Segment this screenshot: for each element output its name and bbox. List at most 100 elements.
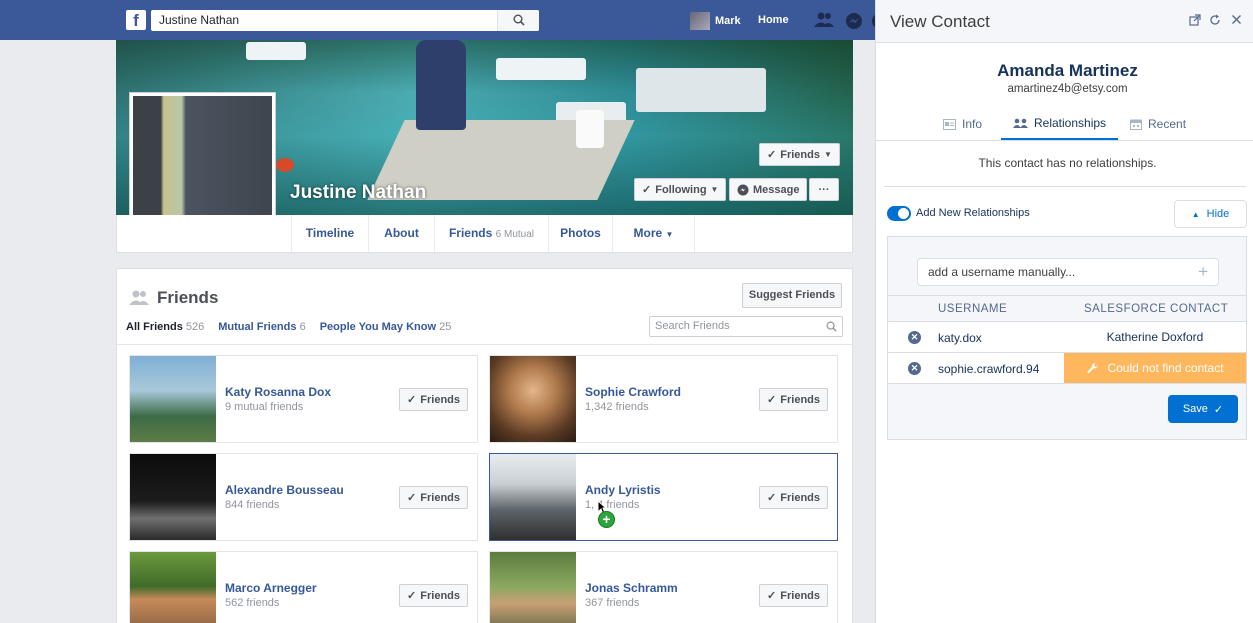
- profile-shortcut[interactable]: Mark: [690, 12, 741, 30]
- tab-timeline[interactable]: Timeline: [291, 215, 369, 252]
- remove-icon[interactable]: ✕: [908, 362, 921, 375]
- tab-about[interactable]: About: [369, 215, 435, 252]
- friend-name[interactable]: Alexandre Bousseau: [225, 483, 344, 497]
- friend-requests-icon[interactable]: [814, 12, 834, 28]
- hide-button[interactable]: ▲ Hide: [1174, 200, 1247, 228]
- friends-button[interactable]: ✓ Friends: [759, 584, 828, 607]
- friends-button-label: Friends: [420, 589, 460, 602]
- facebook-logo-icon[interactable]: f: [126, 10, 146, 30]
- add-icon[interactable]: +: [1198, 262, 1208, 282]
- friend-name[interactable]: Jonas Schramm: [585, 581, 678, 595]
- search-button[interactable]: [497, 10, 539, 31]
- no-relationships-message: This contact has no relationships.: [978, 156, 1157, 170]
- divider: [117, 344, 852, 345]
- user-name: Mark: [715, 15, 741, 27]
- refresh-icon[interactable]: [1209, 14, 1221, 26]
- friends-button[interactable]: ✓ Friends: [399, 486, 468, 509]
- friend-name[interactable]: Andy Lyristis: [585, 483, 661, 497]
- message-label: Message: [753, 183, 800, 196]
- tab-recent[interactable]: Recent: [1130, 108, 1186, 140]
- messenger-icon[interactable]: [845, 12, 863, 30]
- tab-people-you-may-know[interactable]: People You May Know 25: [320, 321, 452, 333]
- tab-recent-label: Recent: [1148, 117, 1187, 131]
- friends-status-label: Friends: [780, 148, 820, 161]
- friend-photo[interactable]: [490, 356, 576, 442]
- friend-card[interactable]: Andy Lyristis 1, 4 friends ✓ Friends: [489, 453, 838, 541]
- friend-photo[interactable]: [130, 454, 216, 540]
- friends-icon: [129, 290, 149, 305]
- table-row: ✕ katy.dox Katherine Doxford: [888, 322, 1246, 353]
- tab-relationships[interactable]: Relationships: [1001, 108, 1119, 140]
- friend-photo[interactable]: [130, 552, 216, 623]
- messenger-icon: [737, 184, 749, 195]
- tab-photos-label: Photos: [560, 226, 601, 240]
- suggest-friends-button[interactable]: Suggest Friends: [742, 283, 842, 308]
- friend-photo[interactable]: [130, 356, 216, 442]
- tab-all-friends[interactable]: All Friends 526: [126, 321, 204, 333]
- friends-button[interactable]: ✓ Friends: [759, 388, 828, 411]
- check-icon: ✓: [767, 492, 777, 504]
- search-friends-placeholder: Search Friends: [655, 320, 730, 332]
- tab-friends[interactable]: Friends 6 Mutual: [435, 215, 549, 252]
- check-icon: ✓: [407, 492, 417, 504]
- tab-info[interactable]: Info: [943, 108, 982, 140]
- friend-card[interactable]: Alexandre Bousseau 844 friends ✓ Friends: [129, 453, 478, 541]
- more-dots-icon: ···: [818, 183, 830, 196]
- friend-card[interactable]: Sophie Crawford 1,342 friends ✓ Friends: [489, 355, 838, 443]
- friends-button[interactable]: ✓ Friends: [399, 388, 468, 411]
- friend-count: 562 friends: [225, 597, 280, 609]
- friends-button-label: Friends: [420, 393, 460, 406]
- tab-mutual-friends[interactable]: Mutual Friends 6: [218, 321, 305, 333]
- friend-photo[interactable]: [490, 454, 576, 540]
- check-icon: ✓: [407, 394, 417, 406]
- panel-title: View Contact: [890, 12, 990, 31]
- close-icon[interactable]: [1231, 14, 1242, 25]
- friend-name[interactable]: Marco Arnegger: [225, 581, 317, 595]
- wrench-icon: [1087, 362, 1098, 373]
- view-contact-panel: View Contact Amanda Martinez amartinez4b…: [875, 0, 1253, 623]
- friend-name[interactable]: Sophie Crawford: [585, 385, 681, 399]
- open-external-icon[interactable]: [1189, 14, 1201, 26]
- message-button[interactable]: Message: [729, 178, 808, 201]
- row-contact[interactable]: Katherine Doxford: [1064, 322, 1246, 352]
- column-username: USERNAME: [938, 303, 1008, 315]
- home-link[interactable]: Home: [758, 14, 789, 26]
- row-contact-warning[interactable]: Could not find contact: [1064, 353, 1246, 383]
- check-icon: ✓: [767, 590, 777, 602]
- more-options-button[interactable]: ···: [809, 178, 839, 201]
- add-relationships-toggle[interactable]: [887, 206, 911, 221]
- tab-photos[interactable]: Photos: [549, 215, 613, 252]
- following-button[interactable]: ✓ Following ▼: [634, 178, 727, 201]
- friends-button[interactable]: ✓ Friends: [759, 486, 828, 509]
- friends-button[interactable]: ✓ Friends: [399, 584, 468, 607]
- username-input[interactable]: add a username manually... +: [917, 258, 1219, 286]
- facebook-search-input[interactable]: Justine Nathan: [151, 10, 539, 31]
- friend-card[interactable]: Katy Rosanna Dox 9 mutual friends ✓ Frien…: [129, 355, 478, 443]
- contact-tabs: Info Relationships Recent: [876, 108, 1253, 141]
- tab-timeline-label: Timeline: [305, 226, 355, 240]
- friend-count: 844 friends: [225, 499, 280, 511]
- search-friends-input[interactable]: Search Friends: [649, 316, 843, 337]
- friend-photo[interactable]: [490, 552, 576, 623]
- search-input-value: Justine Nathan: [159, 13, 240, 27]
- check-icon: ✓: [407, 590, 417, 602]
- check-icon: ✓: [767, 394, 777, 406]
- user-avatar: [690, 12, 710, 30]
- friend-name[interactable]: Katy Rosanna Dox: [225, 385, 331, 399]
- tab-relationships-label: Relationships: [1034, 116, 1107, 130]
- row-contact-message: Could not find contact: [1107, 361, 1224, 375]
- friend-card[interactable]: Jonas Schramm 367 friends ✓ Friends: [489, 551, 838, 623]
- save-button[interactable]: Save ✓: [1168, 395, 1238, 423]
- username-input-placeholder: add a username manually...: [928, 265, 1076, 279]
- friends-button-label: Friends: [780, 491, 820, 504]
- profile-name[interactable]: Justine Nathan: [290, 182, 426, 204]
- remove-icon[interactable]: ✕: [908, 331, 921, 344]
- friends-filter-tabs: All Friends 526 Mutual Friends 6 People …: [126, 321, 451, 333]
- friends-status-button[interactable]: ✓ Friends ▼: [759, 143, 840, 166]
- tab-more[interactable]: More ▼: [613, 215, 695, 252]
- divider: [884, 186, 1246, 187]
- tab-all-friends-count: 526: [185, 321, 205, 333]
- friends-title: Friends: [157, 288, 219, 307]
- friend-card[interactable]: Marco Arnegger 562 friends ✓ Friends: [129, 551, 478, 623]
- tab-more-label: More: [633, 226, 663, 240]
